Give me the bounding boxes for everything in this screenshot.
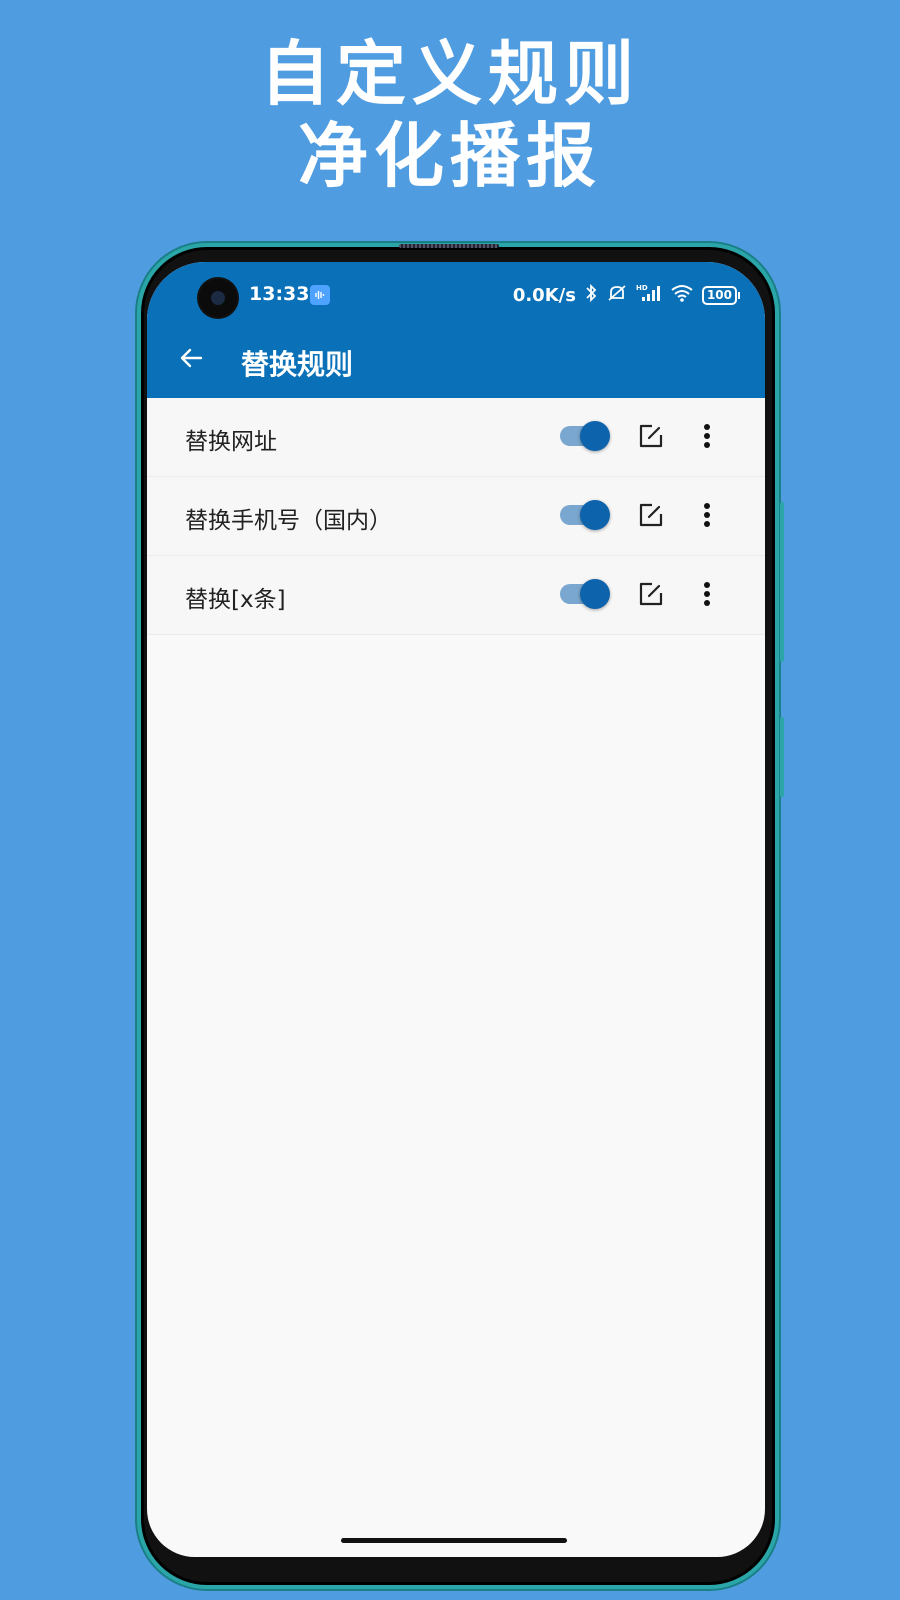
rule-enabled-switch[interactable] <box>560 421 610 451</box>
switch-thumb <box>580 579 610 609</box>
edit-icon[interactable] <box>637 422 665 450</box>
arrow-left-icon[interactable] <box>175 342 207 374</box>
rule-enabled-switch[interactable] <box>560 500 610 530</box>
rule-list: 替换网址 替换手机号（国内） 替换[x条] <box>147 398 765 635</box>
power-button <box>780 717 784 797</box>
silent-icon <box>606 283 628 307</box>
svg-text:HD: HD <box>636 284 648 292</box>
wifi-icon <box>670 283 694 307</box>
status-bar: 13:33 0.0K/s HD 100 <box>147 262 765 324</box>
rule-label: 替换手机号（国内） <box>185 508 392 534</box>
speaker-grill <box>399 244 499 248</box>
edit-icon[interactable] <box>637 580 665 608</box>
phone-screen: 13:33 0.0K/s HD 100 替换规则 替换网址 替换手机号（国内） … <box>147 262 765 1557</box>
home-indicator[interactable] <box>341 1538 567 1543</box>
switch-thumb <box>580 421 610 451</box>
rule-label: 替换[x条] <box>185 587 286 613</box>
list-item[interactable]: 替换网址 <box>147 398 765 477</box>
rule-enabled-switch[interactable] <box>560 579 610 609</box>
page-title: 替换规则 <box>241 348 354 381</box>
promo-headline-line2: 净化播报 <box>298 115 602 197</box>
bluetooth-icon <box>584 283 598 307</box>
phone-frame: 13:33 0.0K/s HD 100 替换规则 替换网址 替换手机号（国内） … <box>137 243 784 1589</box>
status-indicators: 0.0K/s HD 100 <box>512 283 741 307</box>
list-item[interactable]: 替换[x条] <box>147 556 765 635</box>
app-notification-icon <box>310 285 330 305</box>
status-time: 13:33 <box>249 283 310 305</box>
front-camera <box>199 279 237 317</box>
battery-icon: 100 <box>701 285 741 305</box>
more-vert-icon[interactable] <box>695 578 719 610</box>
network-speed: 0.0K/s <box>512 284 576 306</box>
more-vert-icon[interactable] <box>695 499 719 531</box>
rule-label: 替换网址 <box>185 429 277 455</box>
more-vert-icon[interactable] <box>695 420 719 452</box>
app-bar: 替换规则 <box>147 324 765 398</box>
volume-button <box>780 502 784 662</box>
edit-icon[interactable] <box>637 501 665 529</box>
signal-hd-icon: HD <box>636 283 662 307</box>
list-item[interactable]: 替换手机号（国内） <box>147 477 765 556</box>
switch-thumb <box>580 500 610 530</box>
